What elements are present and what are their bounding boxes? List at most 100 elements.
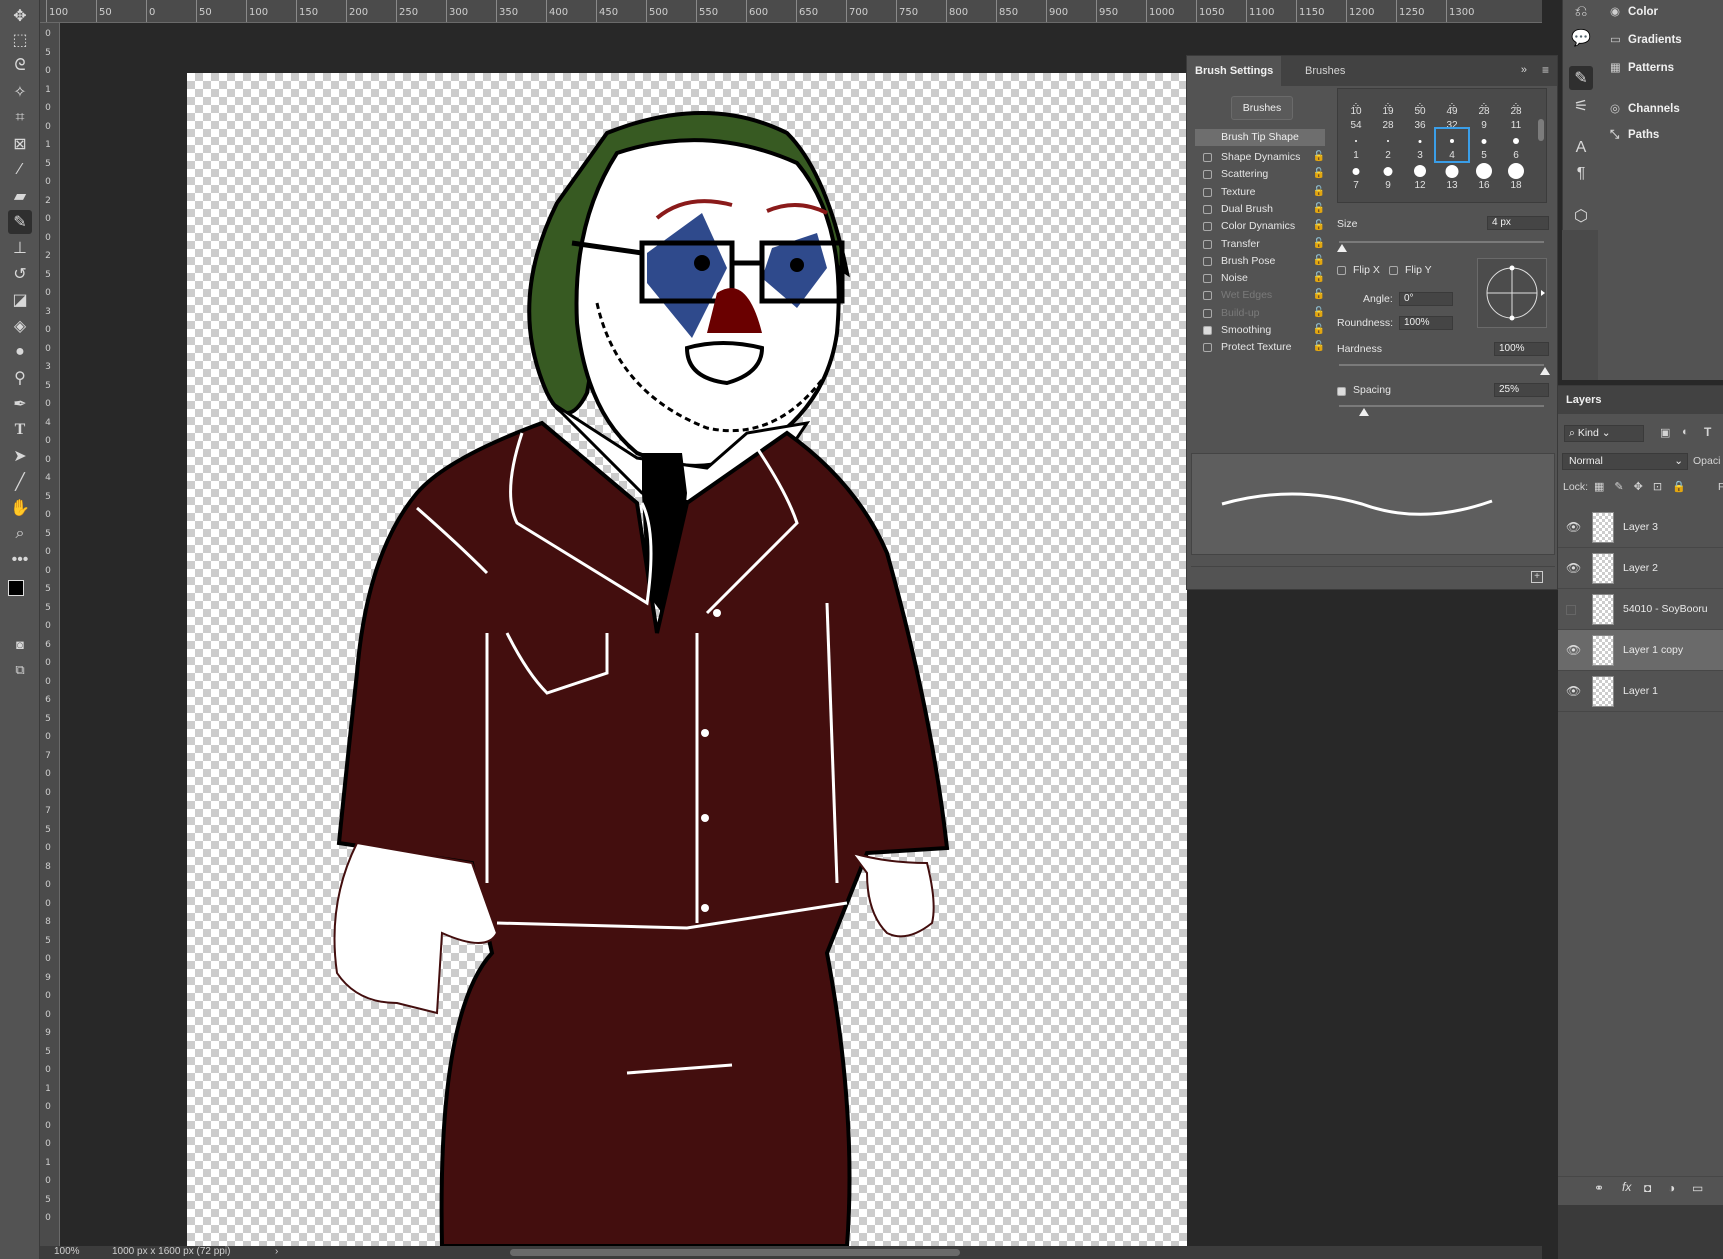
spacing-checkbox[interactable]	[1337, 387, 1346, 396]
option-checkbox[interactable]	[1203, 308, 1212, 318]
visibility-eye-icon[interactable]: 👁	[1566, 520, 1582, 534]
lock-icon[interactable]: 🔓	[1313, 168, 1325, 179]
layer-row[interactable]: 👁 Layer 3	[1558, 507, 1723, 548]
opacity-label[interactable]: Opaci	[1693, 455, 1720, 467]
line-tool-icon[interactable]: ╱	[8, 470, 32, 494]
foreground-color-swatch[interactable]	[8, 580, 24, 596]
option-checkbox[interactable]	[1203, 291, 1212, 301]
brush-option-row[interactable]: Protect Texture 🔓	[1195, 339, 1325, 356]
visibility-eye-icon[interactable]: 👁	[1566, 561, 1582, 575]
panel-menu-icon[interactable]: ≡	[1542, 63, 1549, 77]
option-checkbox[interactable]	[1203, 204, 1212, 214]
history-brush-tool-icon[interactable]: ↺	[8, 262, 32, 286]
brush-preset[interactable]: 3	[1404, 129, 1436, 161]
brush-preset-grid[interactable]: 10 19 50 49 28 28 ⁘ 54 ⁘ 28 ⁘ 36 ⁘ 32 ⁘ 9 ⁘ 11 1 2 3 4 5 6 7 9 12 1…	[1337, 88, 1547, 203]
layer-row[interactable]: 👁 Layer 2	[1558, 548, 1723, 589]
filter-pixel-icon[interactable]: ▣	[1660, 426, 1670, 439]
brush-preset[interactable]: ⁘ 36	[1404, 99, 1436, 131]
new-brush-icon[interactable]: +	[1531, 571, 1543, 583]
paint-bucket-tool-icon[interactable]: ◈	[8, 314, 32, 338]
lock-icon[interactable]: 🔓	[1313, 255, 1325, 266]
option-checkbox[interactable]	[1203, 187, 1212, 197]
paragraph-panel-icon[interactable]: ¶	[1569, 162, 1593, 186]
brush-option-row[interactable]: Shape Dynamics 🔓	[1195, 149, 1325, 166]
brush-preset[interactable]: 2	[1372, 129, 1404, 161]
document-canvas[interactable]	[187, 73, 1187, 1246]
brush-preset[interactable]: ⁘ 32	[1436, 99, 1468, 131]
brush-preset[interactable]: 5	[1468, 129, 1500, 161]
marquee-tool-icon[interactable]: ⬚	[8, 28, 32, 52]
eyedropper-tool-icon[interactable]: ⁄	[8, 158, 32, 182]
comments-panel-icon[interactable]: 💬	[1569, 26, 1593, 50]
brush-preset[interactable]: ⁘ 9	[1468, 99, 1500, 131]
brush-grid-scrollbar[interactable]	[1538, 119, 1544, 141]
hardness-slider-track[interactable]	[1339, 364, 1544, 366]
layer-filter-select[interactable]: ⌕ Kind ⌄	[1564, 425, 1644, 442]
zoom-tool-icon[interactable]: ⌕	[8, 522, 32, 546]
lasso-tool-icon[interactable]: ᘓ	[8, 54, 32, 78]
lock-icon[interactable]: 🔓	[1313, 341, 1325, 352]
character-panel-icon[interactable]: A	[1569, 136, 1593, 160]
lock-icons[interactable]: ▦✎✥⊡🔒	[1594, 480, 1696, 493]
horizontal-scrollbar[interactable]	[510, 1249, 960, 1256]
link-layers-icon[interactable]: ⚭	[1594, 1181, 1604, 1195]
angle-input[interactable]: 0°	[1399, 292, 1453, 306]
adjustment-layer-icon[interactable]: ◑	[1668, 1181, 1675, 1195]
path-selection-tool-icon[interactable]: ➤	[8, 444, 32, 468]
brush-preset[interactable]: 4	[1434, 127, 1470, 163]
brush-preset[interactable]: ⁘ 11	[1500, 99, 1532, 131]
lock-icon[interactable]: 🔓	[1313, 151, 1325, 162]
add-mask-icon[interactable]: ◘	[1644, 1181, 1651, 1195]
hardness-input[interactable]: 100%	[1494, 342, 1549, 356]
brush-preset[interactable]: 9	[1372, 159, 1404, 191]
roundness-input[interactable]: 100%	[1399, 316, 1453, 330]
brush-settings-panel-icon[interactable]: ✎	[1569, 66, 1593, 90]
brush-preset[interactable]: 6	[1500, 129, 1532, 161]
brush-option-row[interactable]: Build-up 🔓	[1195, 305, 1325, 322]
blur-tool-icon[interactable]: ●	[8, 340, 32, 364]
option-checkbox[interactable]	[1203, 326, 1212, 335]
angle-roundness-widget[interactable]	[1477, 258, 1547, 328]
collapse-panel-icon[interactable]: »	[1521, 64, 1527, 76]
brush-preset[interactable]: 12	[1404, 159, 1436, 191]
hardness-slider-thumb[interactable]	[1540, 367, 1550, 375]
history-panel-icon[interactable]: ⎌	[1569, 0, 1593, 24]
type-tool-icon[interactable]: T	[8, 418, 32, 442]
layer-row[interactable]: 👁 Layer 1	[1558, 671, 1723, 712]
brush-option-row[interactable]: Transfer 🔓	[1195, 236, 1325, 253]
layer-row[interactable]: 👁 Layer 1 copy	[1558, 630, 1723, 671]
visibility-eye-icon[interactable]: 👁	[1566, 684, 1582, 698]
brush-option-row[interactable]: Dual Brush 🔓	[1195, 201, 1325, 218]
brush-tool-icon[interactable]: ✎	[8, 210, 32, 234]
brush-option-row[interactable]: Scattering 🔓	[1195, 166, 1325, 183]
brush-preset[interactable]: 7	[1340, 159, 1372, 191]
lock-icon[interactable]: 🔓	[1313, 272, 1325, 283]
eraser-tool-icon[interactable]: ◪	[8, 288, 32, 312]
quick-mask-icon[interactable]: ◙	[8, 632, 32, 656]
filter-adjustment-icon[interactable]: ◐	[1682, 426, 1689, 438]
option-checkbox[interactable]	[1203, 256, 1212, 266]
option-checkbox[interactable]	[1203, 274, 1212, 284]
healing-brush-tool-icon[interactable]: ▰	[8, 184, 32, 208]
flip-y-checkbox[interactable]	[1389, 266, 1398, 275]
spacing-slider-track[interactable]	[1339, 405, 1544, 407]
spacing-input[interactable]: 25%	[1494, 383, 1549, 397]
filter-type-icon[interactable]: T	[1704, 425, 1711, 439]
layer-style-icon[interactable]: fx	[1622, 1180, 1631, 1194]
option-checkbox[interactable]	[1203, 170, 1212, 180]
lock-icon[interactable]: 🔓	[1313, 324, 1325, 335]
size-input[interactable]: 4 px	[1487, 216, 1549, 230]
tab-brushes[interactable]: Brushes	[1297, 56, 1353, 86]
brush-option-row[interactable]: Color Dynamics 🔓	[1195, 218, 1325, 235]
brush-preset[interactable]: ⁘ 54	[1340, 99, 1372, 131]
clone-stamp-tool-icon[interactable]: ⊥	[8, 236, 32, 260]
dock-item-paths[interactable]: ⤡ Paths	[1610, 129, 1659, 142]
tab-brush-settings[interactable]: Brush Settings	[1187, 56, 1282, 86]
lock-icon[interactable]: 🔓	[1313, 238, 1325, 249]
magic-wand-tool-icon[interactable]: ✧	[8, 80, 32, 104]
option-checkbox[interactable]	[1203, 343, 1212, 353]
pen-tool-icon[interactable]: ✒	[8, 392, 32, 416]
size-slider-thumb[interactable]	[1337, 244, 1347, 252]
layer-row[interactable]: 54010 - SoyBooru	[1558, 589, 1723, 630]
screen-mode-icon[interactable]: ⧉	[8, 658, 32, 682]
